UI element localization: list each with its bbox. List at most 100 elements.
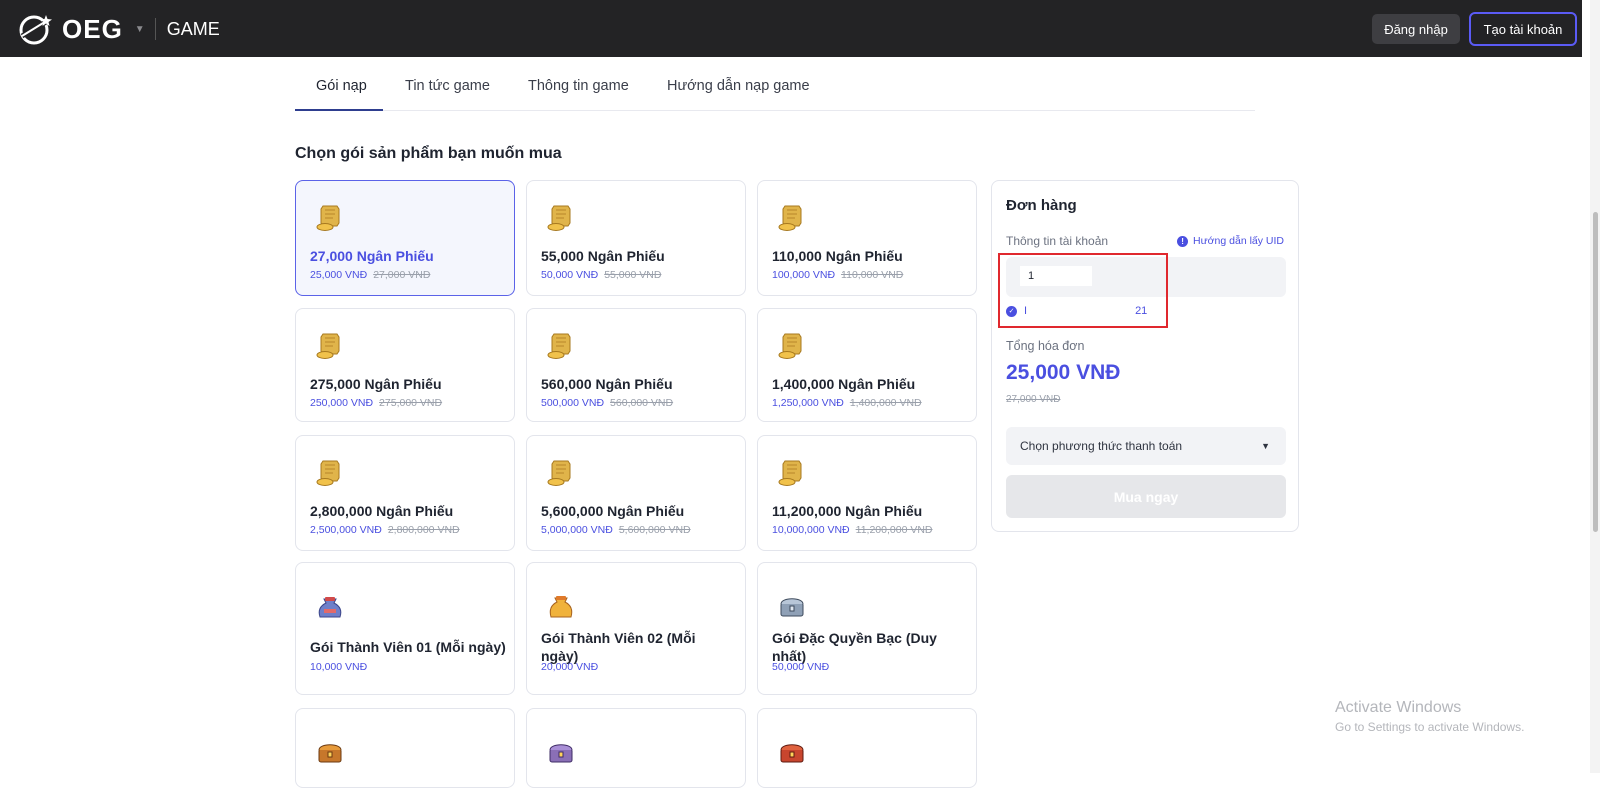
package-card[interactable]: Gói Thành Viên 01 (Mỗi ngày) 10,000 VNĐ [295, 562, 515, 695]
package-name: 2,800,000 Ngân Phiếu [310, 503, 454, 519]
package-old-price: 11,200,000 VNĐ [855, 524, 933, 536]
login-button[interactable]: Đăng nhập [1372, 14, 1460, 44]
package-price-row: 10,000 VNĐ [310, 661, 367, 673]
package-card[interactable]: 11,200,000 Ngân Phiếu 10,000,000 VNĐ 11,20… [757, 435, 977, 551]
gold-pouch-icon [545, 591, 577, 623]
package-name: 1,400,000 Ngân Phiếu [772, 376, 916, 392]
chevron-down-icon[interactable]: ▼ [135, 24, 145, 35]
account-info-label: Thông tin tài khoản [1006, 234, 1109, 248]
tab-huong-dan-nap-game[interactable]: Hướng dẫn nạp game [667, 78, 810, 94]
package-price: 250,000 VNĐ [310, 397, 374, 409]
package-card[interactable]: 1,400,000 Ngân Phiếu 1,250,000 VNĐ 1,400,0… [757, 308, 977, 422]
package-old-price: 27,000 VNĐ [373, 269, 431, 281]
package-price: 100,000 VNĐ [772, 269, 836, 281]
package-price-row: 10,000,000 VNĐ 11,200,000 VNĐ [772, 524, 933, 536]
info-icon: ! [1177, 235, 1189, 247]
package-price-row: 5,000,000 VNĐ 5,600,000 VNĐ [541, 524, 691, 536]
gold-ingot-icon [314, 329, 346, 361]
header-divider [154, 18, 156, 40]
package-price-row: 100,000 VNĐ 110,000 VNĐ [772, 269, 903, 281]
package-old-price: 55,000 VNĐ [604, 269, 662, 281]
package-name: 275,000 Ngân Phiếu [310, 376, 442, 392]
package-card[interactable]: Gói Đặc Quyền Bạc (Duy nhất) 50,000 VNĐ [757, 562, 977, 695]
package-name: 11,200,000 Ngân Phiếu [772, 503, 923, 519]
package-old-price: 110,000 VNĐ [841, 269, 904, 281]
package-name: 55,000 Ngân Phiếu [541, 248, 665, 264]
red-chest-icon [776, 737, 808, 769]
package-card[interactable]: Gói Thành Viên 02 (Mỗi ngày) 20,000 VNĐ [526, 562, 746, 695]
oeg-logo-icon [19, 15, 52, 45]
blue-pouch-icon [314, 591, 346, 623]
scrollbar-thumb[interactable] [1593, 212, 1598, 532]
package-name: 27,000 Ngân Phiếu [310, 248, 434, 264]
gold-ingot-icon [776, 456, 808, 488]
payment-method-select[interactable]: Chọn phương thức thanh toán ▼ [1006, 427, 1286, 465]
package-old-price: 2,800,000 VNĐ [387, 524, 460, 536]
package-old-price: 275,000 VNĐ [379, 397, 443, 409]
total-label: Tổng hóa đơn [1006, 339, 1085, 353]
package-price-row: 250,000 VNĐ 275,000 VNĐ [310, 397, 442, 409]
package-card[interactable] [757, 708, 977, 788]
package-name: 5,600,000 Ngân Phiếu [541, 503, 685, 519]
package-card[interactable]: 5,600,000 Ngân Phiếu 5,000,000 VNĐ 5,600,0… [526, 435, 746, 551]
tab-goi-nap[interactable]: Gói nạp [316, 78, 367, 94]
package-old-price: 5,600,000 VNĐ [618, 524, 691, 536]
package-price-row: 2,500,000 VNĐ 2,800,000 VNĐ [310, 524, 460, 536]
package-old-price: 1,400,000 VNĐ [849, 397, 922, 409]
package-price: 25,000 VNĐ [310, 269, 368, 281]
caret-down-icon: ▼ [1261, 441, 1270, 451]
signup-button[interactable]: Tạo tài khoản [1469, 12, 1577, 46]
highlight-box [998, 253, 1168, 328]
buy-now-button[interactable]: Mua ngay [1006, 475, 1286, 518]
gold-ingot-icon [776, 201, 808, 233]
package-card[interactable]: 110,000 Ngân Phiếu 100,000 VNĐ 110,000 VNĐ [757, 180, 977, 296]
package-price: 2,500,000 VNĐ [310, 524, 382, 536]
brand-logo[interactable]: OEG ▼ GAME [16, 12, 220, 46]
package-card[interactable]: 275,000 Ngân Phiếu 250,000 VNĐ 275,000 VNĐ [295, 308, 515, 422]
package-card[interactable]: 27,000 Ngân Phiếu 25,000 VNĐ 27,000 VNĐ [295, 180, 515, 296]
package-price: 10,000 VNĐ [310, 661, 368, 673]
package-price-row: 25,000 VNĐ 27,000 VNĐ [310, 269, 430, 281]
top-navbar: OEG ▼ GAME Đăng nhập Tạo tài khoản [0, 0, 1582, 57]
package-card[interactable] [295, 708, 515, 788]
package-price: 1,250,000 VNĐ [772, 397, 844, 409]
active-tab-indicator [295, 109, 383, 111]
package-card[interactable]: 2,800,000 Ngân Phiếu 2,500,000 VNĐ 2,800,0… [295, 435, 515, 551]
tab-tin-tuc-game[interactable]: Tin tức game [405, 78, 490, 94]
package-card[interactable]: 560,000 Ngân Phiếu 500,000 VNĐ 560,000 VNĐ [526, 308, 746, 422]
windows-activation-hint: Go to Settings to activate Windows. [1335, 720, 1525, 734]
section-title: Chọn gói sản phẩm bạn muốn mua [295, 145, 562, 162]
windows-activation-title: Activate Windows [1335, 699, 1462, 716]
order-panel: Đơn hàng Thông tin tài khoản ! Hướng dẫn… [991, 180, 1299, 532]
order-title: Đơn hàng [1006, 197, 1077, 214]
gold-chest-icon [314, 737, 346, 769]
gold-ingot-icon [314, 201, 346, 233]
package-price: 5,000,000 VNĐ [541, 524, 613, 536]
package-card[interactable] [526, 708, 746, 788]
gold-ingot-icon [314, 456, 346, 488]
logo-text: OEG [62, 13, 123, 44]
gold-ingot-icon [545, 456, 577, 488]
package-price: 50,000 VNĐ [541, 269, 599, 281]
package-card[interactable]: 55,000 Ngân Phiếu 50,000 VNĐ 55,000 VNĐ [526, 180, 746, 296]
silver-chest-icon [776, 591, 808, 623]
uid-help-link[interactable]: ! Hướng dẫn lấy UID [1177, 235, 1284, 247]
package-price: 50,000 VNĐ [772, 661, 830, 673]
package-price: 500,000 VNĐ [541, 397, 605, 409]
tab-thong-tin-game[interactable]: Thông tin game [528, 78, 629, 94]
package-price: 20,000 VNĐ [541, 661, 599, 673]
package-price-row: 20,000 VNĐ [541, 661, 598, 673]
total-old-price: 27,000 VNĐ [1006, 394, 1061, 405]
package-price-row: 1,250,000 VNĐ 1,400,000 VNĐ [772, 397, 922, 409]
package-name: Gói Thành Viên 02 (Mỗi ngày) [541, 630, 696, 664]
package-name: Gói Thành Viên 01 (Mỗi ngày) [310, 639, 506, 655]
uid-help-label: Hướng dẫn lấy UID [1193, 235, 1284, 247]
section-label: GAME [166, 18, 220, 39]
package-old-price: 560,000 VNĐ [610, 397, 674, 409]
package-price-row: 50,000 VNĐ 55,000 VNĐ [541, 269, 661, 281]
total-value: 25,000 VNĐ [1006, 361, 1121, 384]
package-name: 560,000 Ngân Phiếu [541, 376, 673, 392]
purple-chest-icon [545, 737, 577, 769]
game-tabs: Gói nạp Tin tức game Thông tin game Hướn… [295, 66, 1255, 111]
gold-ingot-icon [545, 329, 577, 361]
